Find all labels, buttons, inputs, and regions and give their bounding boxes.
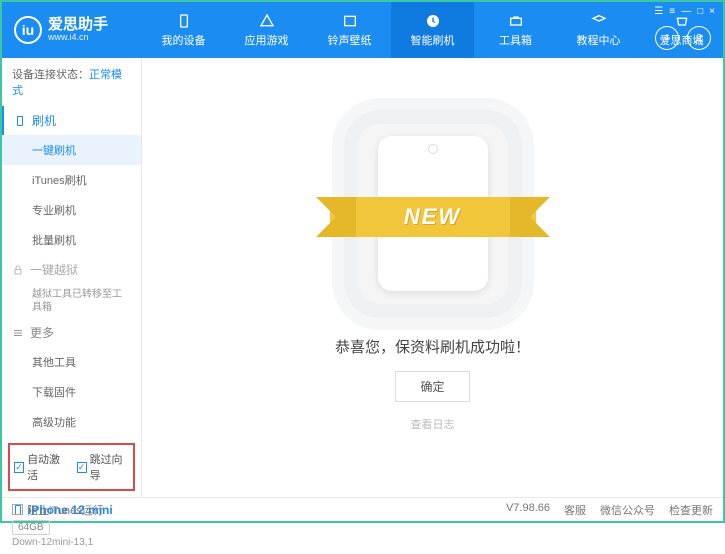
phone-icon (14, 115, 26, 127)
list-icon[interactable]: ≡ (669, 6, 675, 17)
main-content: NEW 恭喜您，保资料刷机成功啦！ 确定 查看日志 (142, 58, 723, 497)
ok-button[interactable]: 确定 (395, 371, 469, 402)
header-circle-buttons (655, 26, 711, 50)
download-button[interactable] (655, 26, 679, 50)
tab-ringtone-wallpaper[interactable]: 铃声壁纸 (308, 2, 391, 58)
checkbox-block-itunes[interactable]: 阻止iTunes运行 (12, 502, 104, 518)
checkbox-row-highlighted: ✓自动激活 ✓跳过向导 (8, 443, 135, 491)
checkbox-skip-guide[interactable]: ✓跳过向导 (77, 451, 130, 483)
sidebar-item-pro-flash[interactable]: 专业刷机 (2, 195, 141, 225)
link-wechat[interactable]: 微信公众号 (600, 502, 655, 518)
wallpaper-icon (341, 12, 359, 30)
section-jailbreak: 一键越狱 (2, 255, 141, 284)
sidebar-item-download-firmware[interactable]: 下载固件 (2, 377, 141, 407)
device-storage: 64GB (12, 520, 50, 535)
sidebar-item-advanced[interactable]: 高级功能 (2, 407, 141, 437)
sidebar-item-itunes-flash[interactable]: iTunes刷机 (2, 165, 141, 195)
minimize-icon[interactable]: — (681, 6, 691, 17)
section-flash[interactable]: 刷机 (2, 106, 141, 135)
sidebar: 设备连接状态：正常模式 刷机 一键刷机 iTunes刷机 专业刷机 批量刷机 一… (2, 58, 142, 497)
tab-tutorial[interactable]: 教程中心 (557, 2, 640, 58)
toolbox-icon (507, 12, 525, 30)
more-icon (12, 327, 24, 339)
success-message: 恭喜您，保资料刷机成功啦！ (335, 336, 530, 357)
section-more[interactable]: 更多 (2, 318, 141, 347)
close-icon[interactable]: × (709, 6, 715, 17)
lock-icon (12, 264, 24, 276)
tab-toolbox[interactable]: 工具箱 (474, 2, 557, 58)
maximize-icon[interactable]: □ (697, 6, 703, 17)
sidebar-item-batch-flash[interactable]: 批量刷机 (2, 225, 141, 255)
jailbreak-note: 越狱工具已转移至工具箱 (2, 284, 141, 318)
checkbox-icon (12, 504, 23, 515)
tab-apps-games[interactable]: 应用游戏 (225, 2, 308, 58)
tab-my-device[interactable]: 我的设备 (142, 2, 225, 58)
flash-icon (424, 12, 442, 30)
check-icon: ✓ (14, 462, 24, 473)
apps-icon (258, 12, 276, 30)
tutorial-icon (590, 12, 608, 30)
app-title: 爱思助手 (48, 17, 108, 34)
device-icon (175, 12, 193, 30)
version-label: V7.98.66 (506, 502, 550, 518)
app-header: iu 爱思助手 www.i4.cn 我的设备 应用游戏 铃声壁纸 智能刷机 工具… (2, 2, 723, 58)
account-button[interactable] (687, 26, 711, 50)
link-update[interactable]: 检查更新 (669, 502, 713, 518)
view-log-link[interactable]: 查看日志 (411, 416, 455, 432)
sidebar-item-other-tools[interactable]: 其他工具 (2, 347, 141, 377)
app-subtitle: www.i4.cn (48, 33, 108, 43)
sidebar-item-oneclick-flash[interactable]: 一键刷机 (2, 135, 141, 165)
logo-icon: iu (14, 16, 42, 44)
device-detail: Down-12mini-13,1 (12, 537, 131, 548)
new-ribbon: NEW (330, 197, 536, 237)
connection-status: 设备连接状态：正常模式 (2, 58, 141, 106)
menu-icon[interactable]: ☰ (654, 6, 663, 17)
link-service[interactable]: 客服 (564, 502, 586, 518)
nav-tabs: 我的设备 应用游戏 铃声壁纸 智能刷机 工具箱 教程中心 爱思商城 (142, 2, 723, 58)
checkbox-auto-activate[interactable]: ✓自动激活 (14, 451, 67, 483)
tab-smart-flash[interactable]: 智能刷机 (391, 2, 474, 58)
window-controls: ☰ ≡ — □ × (654, 6, 715, 17)
check-icon: ✓ (77, 462, 87, 473)
phone-illustration: NEW (358, 124, 508, 304)
logo-area: iu 爱思助手 www.i4.cn (2, 16, 142, 44)
